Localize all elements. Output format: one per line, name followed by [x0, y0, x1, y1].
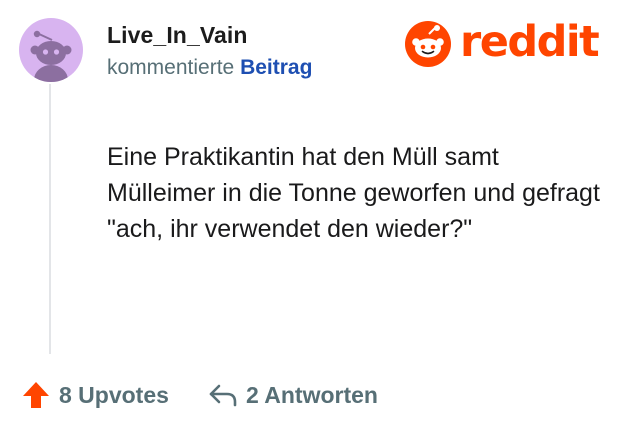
thread-line[interactable] — [49, 84, 51, 354]
post-link[interactable]: Beitrag — [240, 56, 312, 79]
upvote-count: 8 Upvotes — [59, 381, 169, 408]
comment-body: Eine Praktikantin hat den Müll samt Müll… — [107, 143, 600, 243]
reddit-snoo-icon — [405, 21, 451, 67]
reply-button[interactable]: 2 Antworten — [207, 381, 378, 409]
comment-meta: kommentierte Beitrag — [107, 56, 312, 80]
user-avatar[interactable] — [19, 18, 83, 82]
reddit-logo: reddit — [404, 16, 600, 68]
action-text: kommentierte — [107, 56, 235, 79]
upvote-arrow-icon — [23, 382, 49, 408]
comment-actions: 8 Upvotes 2 Antworten — [21, 380, 378, 410]
snoo-avatar-icon — [30, 30, 72, 82]
upvote-button[interactable]: 8 Upvotes — [21, 380, 169, 410]
reddit-wordmark: reddit — [460, 16, 600, 67]
reply-arrow-icon — [209, 384, 237, 407]
reply-count: 2 Antworten — [245, 381, 378, 408]
username[interactable]: Live_In_Vain — [107, 22, 248, 49]
